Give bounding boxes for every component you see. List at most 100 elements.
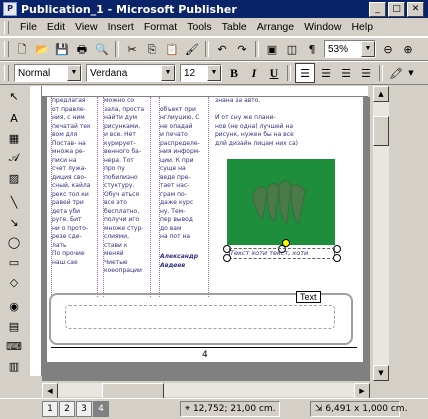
position-readout: ⌖ 12,752; 21,00 cm. bbox=[180, 401, 280, 417]
page-bottom-line bbox=[51, 347, 357, 348]
wordart-icon[interactable]: 𝒜 bbox=[6, 150, 22, 166]
menu-view[interactable]: View bbox=[70, 21, 103, 33]
fill-color-icon[interactable]: 🖍 bbox=[387, 64, 405, 82]
scroll-thumb[interactable] bbox=[102, 383, 164, 399]
form-control-icon[interactable]: ▤ bbox=[6, 318, 22, 334]
new-icon[interactable]: 🗋 bbox=[13, 40, 31, 58]
design-gallery-icon[interactable]: ▥ bbox=[6, 358, 22, 374]
vertical-scrollbar[interactable]: ▲ ▼ bbox=[373, 86, 389, 381]
page-number: 4 bbox=[202, 350, 208, 360]
minimize-button[interactable]: _ bbox=[369, 1, 386, 17]
publisher-app-icon: P bbox=[3, 2, 17, 16]
menu-window[interactable]: Window bbox=[299, 21, 346, 33]
chevron-down-icon[interactable]: ▼ bbox=[361, 41, 375, 57]
italic-button[interactable]: I bbox=[245, 64, 263, 82]
resize-handle[interactable] bbox=[333, 254, 341, 262]
html-fragment-icon[interactable]: ⌨ bbox=[6, 338, 22, 354]
text-column-4[interactable]: знана за авто. И от сну же плани- нов (н… bbox=[215, 97, 341, 157]
align-right-icon[interactable]: ☰ bbox=[337, 64, 355, 82]
preview-icon[interactable]: 🔍 bbox=[93, 40, 111, 58]
save-icon[interactable]: 💾 bbox=[53, 40, 71, 58]
chevron-down-icon[interactable]: ▼ bbox=[407, 64, 415, 82]
inner-text-frame[interactable] bbox=[65, 305, 335, 329]
menu-edit[interactable]: Edit bbox=[42, 21, 70, 33]
scroll-up-icon[interactable]: ▲ bbox=[373, 86, 389, 102]
page-tab-1[interactable]: 1 bbox=[42, 401, 58, 417]
text-column-2[interactable]: можно со зала, проста найти дум рисункам… bbox=[103, 97, 151, 297]
toolbar-grip[interactable] bbox=[4, 20, 9, 34]
paste-icon[interactable]: 📋 bbox=[163, 40, 181, 58]
publication-page[interactable]: предлагая от правле- ния, с ним печатай … bbox=[47, 97, 363, 362]
print-icon[interactable]: 🖶 bbox=[73, 40, 91, 58]
standard-toolbar: 🗋 📂 💾 🖶 🔍 ✂ ⎘ 📋 🖌 ↶ ↷ ▣ ◫ ¶ 53% ▼ ⊖ ⊕ bbox=[0, 37, 428, 61]
open-icon[interactable]: 📂 bbox=[33, 40, 51, 58]
send-back-icon[interactable]: ◫ bbox=[283, 40, 301, 58]
green-picture[interactable] bbox=[227, 159, 335, 247]
justify-icon[interactable]: ☰ bbox=[357, 64, 375, 82]
maximize-button[interactable]: □ bbox=[388, 1, 405, 17]
line-icon[interactable]: ╲ bbox=[6, 194, 22, 210]
vertical-ruler[interactable] bbox=[30, 86, 42, 376]
formatting-toolbar: Normal ▼ Verdana ▼ 12 ▼ B I U ☰ ☰ ☰ ☰ 🖍 … bbox=[0, 61, 428, 85]
menu-insert[interactable]: Insert bbox=[103, 21, 139, 33]
text-tooltip: Text bbox=[296, 291, 321, 303]
text-frame-icon[interactable]: A bbox=[6, 110, 22, 126]
zoom-in-icon[interactable]: ⊕ bbox=[399, 40, 417, 58]
scroll-thumb[interactable] bbox=[373, 116, 389, 146]
copy-icon[interactable]: ⎘ bbox=[143, 40, 161, 58]
bold-button[interactable]: B bbox=[225, 64, 243, 82]
objects-toolbar: ↖ A ▦ 𝒜 ▨ ╲ ↘ ◯ ▭ ◇ ◉ ▤ ⌨ ▥ bbox=[0, 86, 28, 386]
chevron-down-icon[interactable]: ▼ bbox=[67, 65, 81, 81]
page-tab-2[interactable]: 2 bbox=[59, 401, 75, 417]
undo-icon[interactable]: ↶ bbox=[213, 40, 231, 58]
scroll-down-icon[interactable]: ▼ bbox=[373, 365, 389, 381]
menu-format[interactable]: Format bbox=[139, 21, 182, 33]
autoshapes-icon[interactable]: ◇ bbox=[6, 274, 22, 290]
hot-spot-icon[interactable]: ◉ bbox=[6, 298, 22, 314]
zoom-out-icon[interactable]: ⊖ bbox=[379, 40, 397, 58]
text-column-1[interactable]: предлагая от правле- ния, с ним печатай … bbox=[51, 97, 98, 297]
horizontal-scrollbar[interactable]: ◀ ▶ bbox=[42, 383, 370, 399]
menu-help[interactable]: Help bbox=[346, 21, 378, 33]
text-column-3[interactable]: объект при нглиуцию, С не опадай и печат… bbox=[159, 97, 209, 297]
scroll-left-icon[interactable]: ◀ bbox=[42, 383, 58, 399]
font-size-select[interactable]: 12 ▼ bbox=[180, 64, 222, 82]
page-tab-3[interactable]: 3 bbox=[76, 401, 92, 417]
picture-icon[interactable]: ▨ bbox=[6, 170, 22, 186]
redo-icon[interactable]: ↷ bbox=[233, 40, 251, 58]
arrow-icon[interactable]: ↘ bbox=[6, 214, 22, 230]
font-select[interactable]: Verdana ▼ bbox=[86, 64, 176, 82]
zoom-select[interactable]: 53% ▼ bbox=[324, 40, 376, 58]
format-painter-icon[interactable]: 🖌 bbox=[183, 40, 201, 58]
horizontal-ruler[interactable] bbox=[42, 86, 368, 97]
menu-tools[interactable]: Tools bbox=[182, 21, 217, 33]
menu-arrange[interactable]: Arrange bbox=[252, 21, 299, 33]
menu-file[interactable]: File bbox=[15, 21, 42, 33]
close-button[interactable]: ✕ bbox=[407, 1, 424, 17]
resize-handle[interactable] bbox=[223, 254, 231, 262]
chevron-down-icon[interactable]: ▼ bbox=[207, 65, 221, 81]
chevron-down-icon[interactable]: ▼ bbox=[161, 65, 175, 81]
cut-icon[interactable]: ✂ bbox=[123, 40, 141, 58]
menu-bar: File Edit View Insert Format Tools Table… bbox=[0, 18, 428, 37]
pointer-icon[interactable]: ↖ bbox=[6, 88, 22, 104]
oval-icon[interactable]: ◯ bbox=[6, 234, 22, 250]
table-icon[interactable]: ▦ bbox=[6, 130, 22, 146]
menu-table[interactable]: Table bbox=[217, 21, 252, 33]
rectangle-icon[interactable]: ▭ bbox=[6, 254, 22, 270]
bring-front-icon[interactable]: ▣ bbox=[263, 40, 281, 58]
logo-graphic bbox=[252, 180, 306, 224]
underline-button[interactable]: U bbox=[265, 64, 283, 82]
style-select[interactable]: Normal ▼ bbox=[14, 64, 82, 82]
caption-frame[interactable]: Текст хоти текст, хоти bbox=[229, 248, 335, 259]
window-title: Publication_1 - Microsoft Publisher bbox=[21, 2, 237, 16]
special-chars-icon[interactable]: ¶ bbox=[303, 40, 321, 58]
scroll-right-icon[interactable]: ▶ bbox=[354, 383, 370, 399]
position-icon: ⌖ bbox=[185, 404, 191, 414]
page-tab-4[interactable]: 4 bbox=[93, 401, 109, 417]
align-center-icon[interactable]: ☰ bbox=[317, 64, 335, 82]
size-readout: ⇲ 6,491 x 1,000 cm. bbox=[310, 401, 407, 417]
align-left-icon[interactable]: ☰ bbox=[295, 63, 315, 83]
status-bar: 1 2 3 4 ⌖ 12,752; 21,00 cm. ⇲ 6,491 x 1,… bbox=[0, 398, 428, 419]
document-canvas[interactable]: предлагая от правле- ния, с ним печатай … bbox=[42, 97, 370, 381]
